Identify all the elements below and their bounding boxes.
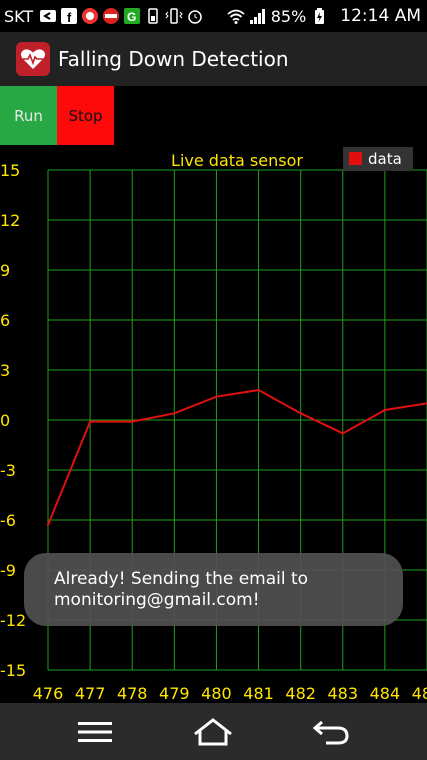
x-tick-label: 480 xyxy=(201,684,232,703)
y-tick-label: 3 xyxy=(0,361,10,380)
svg-text:f: f xyxy=(67,10,72,25)
battery-percent: 85% xyxy=(270,6,307,26)
heart-monitor-icon xyxy=(16,42,50,76)
signal-icon xyxy=(249,9,265,24)
x-tick-label: 477 xyxy=(75,684,106,703)
wifi-icon xyxy=(227,9,245,24)
legend-swatch xyxy=(349,152,362,165)
data-series-line xyxy=(47,388,427,526)
facebook-icon: f xyxy=(61,8,78,25)
home-icon xyxy=(194,717,232,745)
data-point xyxy=(341,432,344,435)
vibrate-icon xyxy=(165,8,183,24)
y-tick-label: -9 xyxy=(0,561,16,580)
data-point xyxy=(88,420,92,423)
y-tick-label: 12 xyxy=(0,211,20,230)
y-tick-label: -15 xyxy=(0,661,26,680)
y-tick-label: -12 xyxy=(0,611,26,630)
y-tick-label: -3 xyxy=(0,461,16,480)
y-tick-label: 0 xyxy=(0,411,10,430)
data-point xyxy=(257,388,260,392)
home-button[interactable] xyxy=(168,703,258,760)
alarm-icon xyxy=(188,10,202,24)
x-tick-label: 476 xyxy=(33,684,64,703)
data-point xyxy=(215,395,218,398)
data-point xyxy=(46,523,50,527)
app-title: Falling Down Detection xyxy=(58,47,289,71)
y-tick-label: -6 xyxy=(0,511,16,530)
back-button[interactable] xyxy=(286,703,376,760)
clock: 12:14 AM xyxy=(340,6,421,26)
y-tick-label: 9 xyxy=(0,261,10,280)
battery-icon xyxy=(315,8,325,24)
run-button[interactable]: Run xyxy=(0,86,57,145)
notification-icons: f G xyxy=(39,7,204,25)
menu-icon xyxy=(78,721,112,742)
toast-notification: Already! Sending the email to monitoring… xyxy=(24,553,403,626)
back-arrow-icon xyxy=(40,10,57,22)
data-point xyxy=(299,412,302,415)
app-bar: Falling Down Detection xyxy=(0,32,427,86)
chart-legend: data xyxy=(343,147,413,171)
data-point xyxy=(383,408,387,412)
status-bar: SKT f G 85% 12:14 AM xyxy=(0,0,427,32)
x-tick-label: 485 xyxy=(412,684,427,703)
back-icon xyxy=(312,720,349,744)
record-icon xyxy=(82,8,99,24)
y-tick-label: 6 xyxy=(0,311,10,330)
chart-title: Live data sensor xyxy=(171,151,303,170)
carrier-label: SKT xyxy=(4,6,34,26)
data-point xyxy=(131,420,134,423)
x-tick-label: 484 xyxy=(370,684,401,703)
battery-saver-icon xyxy=(148,8,158,24)
y-tick-label: 15 xyxy=(0,161,20,180)
menu-button[interactable] xyxy=(50,703,140,760)
x-tick-label: 482 xyxy=(285,684,316,703)
x-tick-label: 478 xyxy=(117,684,148,703)
x-tick-label: 481 xyxy=(243,684,274,703)
legend-label: data xyxy=(368,150,402,168)
x-tick-label: 483 xyxy=(328,684,359,703)
g-market-icon: G xyxy=(124,8,141,24)
stop-button[interactable]: Stop xyxy=(57,86,114,145)
svg-text:G: G xyxy=(127,10,136,24)
x-tick-label: 479 xyxy=(159,684,190,703)
coupon-icon xyxy=(103,8,120,24)
navigation-bar xyxy=(0,703,427,760)
data-point xyxy=(173,412,176,415)
